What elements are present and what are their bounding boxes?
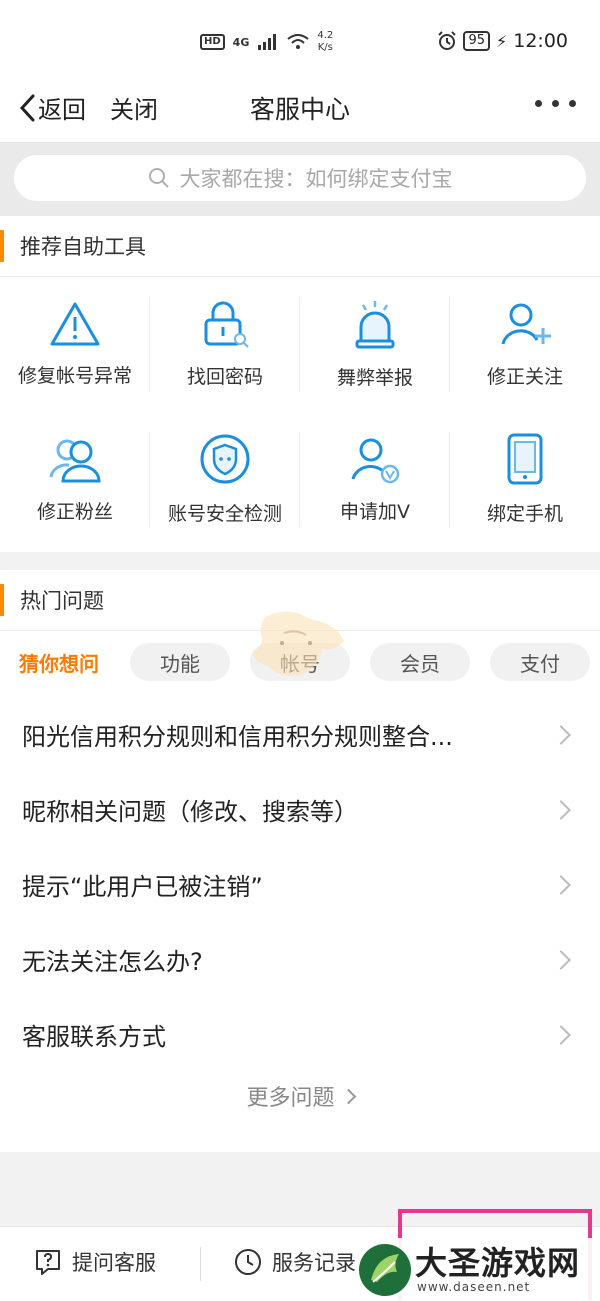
section-title: 推荐自助工具 bbox=[20, 235, 146, 259]
clock: 12:00 bbox=[513, 30, 568, 52]
ask-service-label: 提问客服 bbox=[72, 1251, 156, 1275]
tool-label: 找回密码 bbox=[186, 366, 263, 388]
question-list: 阳光信用积分规则和信用积分规则整合... 昵称相关问题（修改、搜索等） 提示“此… bbox=[0, 697, 600, 1072]
status-right: 95 ⚡ 12:00 bbox=[437, 30, 568, 52]
tool-label: 账号安全检测 bbox=[167, 503, 282, 525]
chevron-right-icon bbox=[340, 1088, 356, 1104]
chevron-right-icon bbox=[551, 874, 571, 895]
alarm-clock-icon bbox=[438, 31, 457, 50]
chevron-right-icon bbox=[551, 724, 571, 745]
more-dot-icon bbox=[569, 100, 576, 107]
section-accent-bar bbox=[0, 230, 4, 262]
chip-guess[interactable]: 猜你想问 bbox=[8, 643, 110, 681]
charging-icon: ⚡ bbox=[496, 31, 508, 51]
more-questions-link[interactable]: 更多问题 bbox=[0, 1080, 600, 1112]
search-input[interactable]: 大家都在搜：如何绑定支付宝 bbox=[14, 155, 586, 201]
hd-badge: HD bbox=[200, 34, 225, 50]
service-records-button[interactable]: 服务记录 bbox=[234, 1247, 356, 1277]
tool-label: 绑定手机 bbox=[486, 503, 563, 525]
back-label: 返回 bbox=[38, 96, 86, 124]
user-verified-icon bbox=[351, 438, 400, 483]
tool-fraud-report[interactable]: 舞弊举报 bbox=[300, 277, 450, 412]
user-add-icon bbox=[501, 303, 551, 345]
watermark-logo-icon bbox=[359, 1244, 411, 1296]
more-questions-label: 更多问题 bbox=[246, 1086, 335, 1111]
speed-unit: K/s bbox=[317, 42, 333, 53]
tool-security-check[interactable]: 账号安全检测 bbox=[150, 412, 300, 547]
question-item[interactable]: 昵称相关问题（修改、搜索等） bbox=[0, 772, 600, 847]
question-text: 客服联系方式 bbox=[22, 1023, 166, 1051]
users-icon bbox=[49, 439, 101, 483]
question-item[interactable]: 提示“此用户已被注销” bbox=[0, 847, 600, 922]
tool-recover-password[interactable]: 找回密码 bbox=[150, 277, 300, 412]
footer-divider bbox=[200, 1247, 201, 1281]
tool-fix-account[interactable]: 修复帐号异常 bbox=[0, 277, 150, 412]
question-text: 无法关注怎么办? bbox=[22, 948, 203, 976]
question-chat-icon bbox=[36, 1250, 60, 1275]
recommended-tools-section: 推荐自助工具 修复帐号异常 找回密码 舞弊举报 修正关注 修正粉丝 账号安全检测… bbox=[0, 216, 600, 552]
nav-bar: 返回 关闭 客服中心 bbox=[0, 78, 600, 143]
clock-icon bbox=[235, 1249, 261, 1275]
tool-fix-fans[interactable]: 修正粉丝 bbox=[0, 412, 150, 547]
battery-indicator: 95 bbox=[463, 31, 490, 51]
back-arrow-icon bbox=[19, 94, 35, 121]
watermark-url: www.daseen.net bbox=[417, 1280, 531, 1294]
tool-bind-phone[interactable]: 绑定手机 bbox=[450, 412, 600, 547]
chevron-right-icon bbox=[551, 799, 571, 820]
question-item[interactable]: 客服联系方式 bbox=[0, 997, 600, 1072]
more-dot-icon bbox=[552, 100, 559, 107]
shield-icon bbox=[200, 434, 250, 484]
chip-membership[interactable]: 会员 bbox=[370, 643, 470, 681]
question-item[interactable]: 阳光信用积分规则和信用积分规则整合... bbox=[0, 697, 600, 772]
tool-grid: 修复帐号异常 找回密码 舞弊举报 修正关注 修正粉丝 账号安全检测 申请加V 绑… bbox=[0, 277, 600, 547]
tool-fix-following[interactable]: 修正关注 bbox=[450, 277, 600, 412]
ask-service-button[interactable]: 提问客服 bbox=[34, 1247, 156, 1277]
back-button[interactable]: 返回 bbox=[18, 90, 86, 125]
alarm-icon bbox=[355, 301, 395, 349]
status-bar: HD 4G 4.2 K/s 95 ⚡ 12:00 bbox=[0, 0, 600, 78]
lock-icon bbox=[204, 301, 249, 348]
wifi-icon bbox=[287, 34, 309, 49]
chip-payment[interactable]: 支付 bbox=[490, 643, 590, 681]
network-label: 4G bbox=[232, 35, 250, 49]
question-text: 提示“此用户已被注销” bbox=[22, 873, 263, 901]
net-speed: 4.2 K/s bbox=[317, 30, 333, 54]
service-records-label: 服务记录 bbox=[272, 1251, 356, 1275]
chevron-right-icon bbox=[551, 1024, 571, 1045]
watermark: 大圣游戏网 www.daseen.net bbox=[355, 1238, 600, 1300]
signal-icon bbox=[258, 34, 277, 50]
search-area: 大家都在搜：如何绑定支付宝 bbox=[0, 143, 600, 216]
tool-label: 修正粉丝 bbox=[36, 501, 113, 523]
more-options-button[interactable] bbox=[535, 100, 576, 107]
warning-icon bbox=[50, 302, 100, 346]
phone-icon bbox=[507, 433, 543, 485]
search-icon bbox=[148, 168, 169, 188]
speed-value: 4.2 bbox=[317, 30, 334, 41]
chip-function[interactable]: 功能 bbox=[130, 643, 230, 681]
page-title: 客服中心 bbox=[249, 95, 350, 124]
tool-label: 修正关注 bbox=[486, 366, 563, 388]
close-button[interactable]: 关闭 bbox=[110, 90, 158, 125]
mascot-illustration bbox=[252, 611, 344, 676]
tool-label: 申请加V bbox=[340, 501, 410, 523]
search-placeholder: 大家都在搜：如何绑定支付宝 bbox=[179, 167, 453, 191]
section-title: 热门问题 bbox=[20, 589, 104, 613]
section-accent-bar bbox=[0, 584, 4, 616]
watermark-text: 大圣游戏网 bbox=[415, 1244, 581, 1282]
question-text: 昵称相关问题（修改、搜索等） bbox=[22, 798, 358, 826]
chevron-right-icon bbox=[551, 949, 571, 970]
status-left: HD 4G 4.2 K/s bbox=[200, 30, 333, 54]
tool-apply-verify[interactable]: 申请加V bbox=[300, 412, 450, 547]
more-dot-icon bbox=[535, 100, 542, 107]
tool-label: 舞弊举报 bbox=[336, 367, 413, 389]
question-text: 阳光信用积分规则和信用积分规则整合... bbox=[22, 723, 453, 751]
question-item[interactable]: 无法关注怎么办? bbox=[0, 922, 600, 997]
section-header: 推荐自助工具 bbox=[0, 216, 600, 277]
tool-label: 修复帐号异常 bbox=[17, 365, 132, 387]
